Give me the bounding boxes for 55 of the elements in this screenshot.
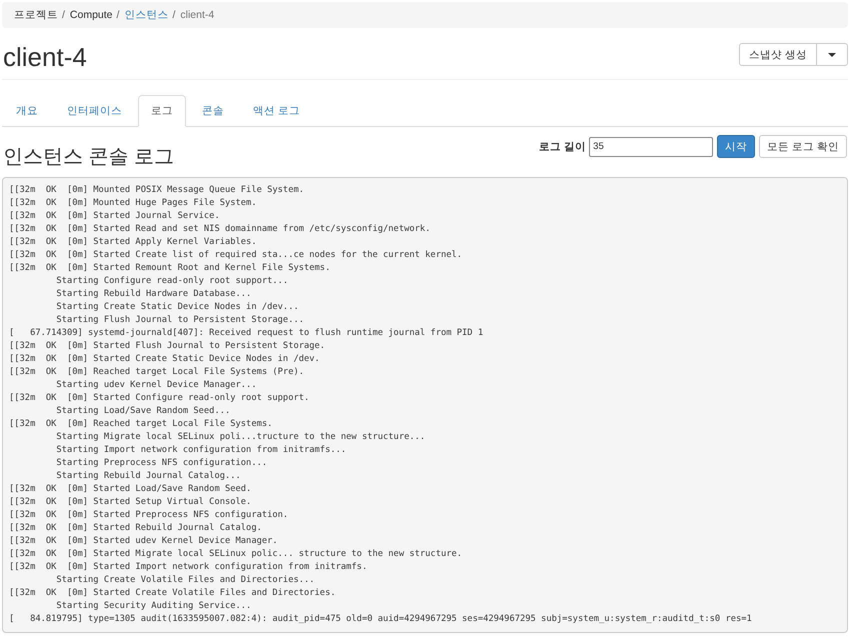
tab[interactable]: 액션 로그 bbox=[240, 95, 313, 127]
log-line: Starting Flush Journal to Persistent Storage... bbox=[55, 314, 304, 327]
log-line: [[32m OK [0m] Started Load/Save Random Seed. bbox=[9, 483, 252, 496]
log-line: [[32m OK [0m] Started Configure read-only root support. bbox=[9, 392, 310, 405]
dropdown-toggle-button[interactable] bbox=[816, 43, 848, 66]
log-line: [ 67.714309] systemd-journald[407]: Received request to flush runtime journal from PID 1 bbox=[9, 327, 484, 340]
log-line: Starting udev Kernel Device Manager... bbox=[55, 379, 257, 392]
breadcrumb-separator: / bbox=[61, 9, 66, 21]
breadcrumb-current: client-4 bbox=[180, 9, 214, 21]
tab[interactable]: 인터페이스 bbox=[54, 95, 135, 127]
log-line: [[32m OK [0m] Started Migrate local SELinux polic... structure to the new structure. bbox=[9, 548, 462, 561]
log-line: Starting Create Static Device Nodes in /dev... bbox=[55, 301, 299, 314]
create-snapshot-button[interactable]: 스냅샷 생성 bbox=[739, 43, 817, 66]
tab[interactable]: 개요 bbox=[3, 95, 51, 127]
log-line: [ 84.819795] type=1305 audit(1633595007.082:4): audit_pid=475 old=0 auid=4294967295 ses=4294967295 subj=system_u:system_r:auditd_t:s0 res=1 bbox=[9, 613, 752, 626]
log-line: Starting Preprocess NFS configuration... bbox=[55, 457, 268, 470]
log-line: [[32m OK [0m] Reached target Local File Systems (Pre). bbox=[9, 366, 304, 379]
start-button[interactable]: 시작 bbox=[717, 135, 756, 158]
log-line: Starting Import network configuration from initramfs... bbox=[55, 444, 346, 457]
log-line: [[32m OK [0m] Started Read and set NIS domainname from /etc/sysconfig/network. bbox=[9, 223, 430, 236]
log-line: [[32m OK [0m] Started Setup Virtual Console. bbox=[9, 496, 252, 509]
log-line: [[32m OK [0m] Started udev Kernel Device Manager. bbox=[9, 535, 278, 548]
log-line: [[32m OK [0m] Started Create Static Device Nodes in /dev. bbox=[9, 353, 320, 366]
log-line: [[32m OK [0m] Mounted POSIX Message Queue File System. bbox=[9, 184, 304, 197]
page-title: client-4 bbox=[3, 42, 87, 72]
section-title: 인스턴스 콘솔 로그 bbox=[3, 145, 174, 169]
log-line: [[32m OK [0m] Started Rebuild Journal Catalog. bbox=[9, 522, 262, 535]
log-line: [[32m OK [0m] Started Preprocess NFS configuration. bbox=[9, 509, 288, 522]
breadcrumb-separator: / bbox=[116, 9, 120, 21]
breadcrumb-link[interactable]: 인스턴스 bbox=[124, 8, 168, 22]
log-line: [[32m OK [0m] Started Create Volatile Files and Directories. bbox=[9, 587, 336, 600]
log-length-label: 로그 길이 bbox=[539, 140, 586, 154]
log-length-field[interactable]: 35 bbox=[589, 136, 714, 156]
log-line: [[32m OK [0m] Started Apply Kernel Variables. bbox=[9, 236, 257, 249]
log-line: [[32m OK [0m] Started Create list of required sta...ce nodes for the current kernel. bbox=[9, 249, 462, 262]
log-line: Starting Migrate local SELinux poli...tructure to the new structure... bbox=[55, 431, 426, 444]
caret-icon bbox=[828, 52, 836, 56]
log-line: [[32m OK [0m] Started Journal Service. bbox=[9, 210, 220, 223]
log-line: Starting Create Volatile Files and Directories... bbox=[55, 574, 315, 587]
log-line: [[32m OK [0m] Started Remount Root and Kernel File Systems. bbox=[9, 262, 330, 275]
log-line: [[32m OK [0m] Reached target Local File Systems. bbox=[9, 418, 272, 431]
breadcrumb-text: 프로젝트 bbox=[14, 8, 58, 22]
tab[interactable]: 로그 bbox=[138, 95, 186, 127]
log-line: [[32m OK [0m] Mounted Huge Pages File System. bbox=[9, 197, 257, 210]
view-all-logs-button[interactable]: 모든 로그 확인 bbox=[759, 135, 847, 158]
log-line: Starting Rebuild Journal Catalog... bbox=[55, 470, 241, 483]
log-line: Starting Load/Save Random Seed... bbox=[55, 405, 230, 418]
tab[interactable]: 콘솔 bbox=[189, 95, 237, 127]
breadcrumb-separator: / bbox=[171, 9, 176, 21]
log-line: Starting Configure read-only root support... bbox=[55, 275, 288, 288]
log-line: Starting Security Auditing Service... bbox=[55, 600, 252, 613]
log-line: Starting Rebuild Hardware Database... bbox=[55, 288, 252, 301]
log-line: [[32m OK [0m] Started Import network configuration from initramfs. bbox=[9, 561, 368, 574]
breadcrumb-text: Compute bbox=[70, 9, 113, 21]
log-line: [[32m OK [0m] Started Flush Journal to Persistent Storage. bbox=[9, 340, 326, 353]
